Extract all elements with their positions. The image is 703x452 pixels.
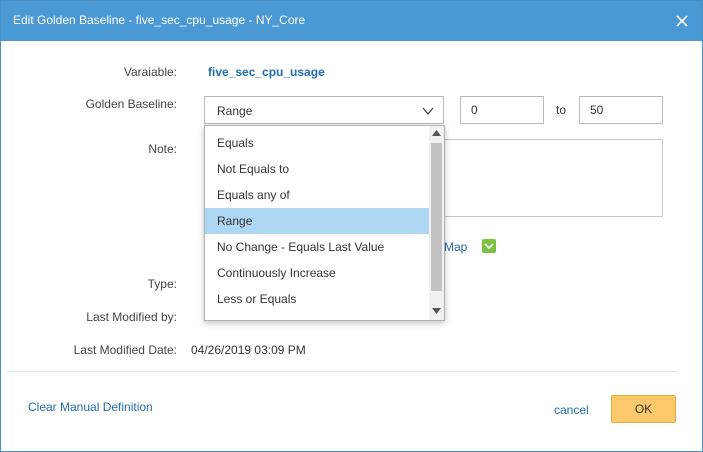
dialog-title: Edit Golden Baseline - five_sec_cpu_usag…: [13, 13, 306, 27]
dropdown-option-greater-or-equals[interactable]: Greater or Equals: [205, 312, 429, 320]
footer-divider: [7, 371, 677, 372]
dialog-titlebar: Edit Golden Baseline - five_sec_cpu_usag…: [1, 1, 702, 41]
dropdown-option-equals[interactable]: Equals: [205, 130, 429, 156]
scroll-down-arrow-icon[interactable]: [432, 308, 441, 314]
dropdown-option-not-equals-to[interactable]: Not Equals to: [205, 156, 429, 182]
variable-label: Varaiable:: [123, 65, 177, 79]
range-to-input[interactable]: [579, 96, 663, 124]
edit-golden-baseline-dialog: Edit Golden Baseline - five_sec_cpu_usag…: [0, 0, 703, 452]
last-modified-date-value: 04/26/2019 03:09 PM: [191, 343, 306, 357]
dropdown-option-no-change[interactable]: No Change - Equals Last Value: [205, 234, 429, 260]
golden-baseline-selected-value: Range: [217, 104, 253, 118]
scroll-up-arrow-icon[interactable]: [432, 130, 441, 136]
golden-baseline-dropdown: Equals Not Equals to Equals any of Range…: [204, 125, 445, 321]
dropdown-scrollbar[interactable]: [429, 126, 444, 320]
chevron-down-icon: [422, 107, 434, 116]
variable-value: five_sec_cpu_usage: [208, 65, 325, 79]
last-modified-date-label: Last Modified Date:: [73, 343, 177, 357]
scrollbar-thumb[interactable]: [431, 143, 442, 291]
close-icon[interactable]: [672, 11, 692, 31]
checkmark-icon[interactable]: [482, 239, 496, 253]
dropdown-option-continuously-increase[interactable]: Continuously Increase: [205, 260, 429, 286]
note-label: Note:: [148, 142, 177, 156]
cancel-button[interactable]: cancel: [554, 403, 589, 417]
dropdown-option-less-or-equals[interactable]: Less or Equals: [205, 286, 429, 312]
clear-manual-definition-link[interactable]: Clear Manual Definition: [28, 400, 153, 414]
range-to-label: to: [556, 103, 567, 117]
type-label: Type:: [147, 277, 177, 291]
dropdown-option-range[interactable]: Range: [205, 208, 429, 234]
range-from-input[interactable]: [460, 96, 544, 124]
note-textarea[interactable]: [435, 139, 663, 217]
dropdown-options-list: Equals Not Equals to Equals any of Range…: [205, 130, 429, 320]
dropdown-option-equals-any-of[interactable]: Equals any of: [205, 182, 429, 208]
golden-baseline-label: Golden Baseline:: [85, 97, 177, 111]
golden-baseline-select[interactable]: Range: [204, 96, 444, 124]
last-modified-by-label: Last Modified by:: [86, 310, 177, 324]
ok-button[interactable]: OK: [611, 395, 676, 423]
